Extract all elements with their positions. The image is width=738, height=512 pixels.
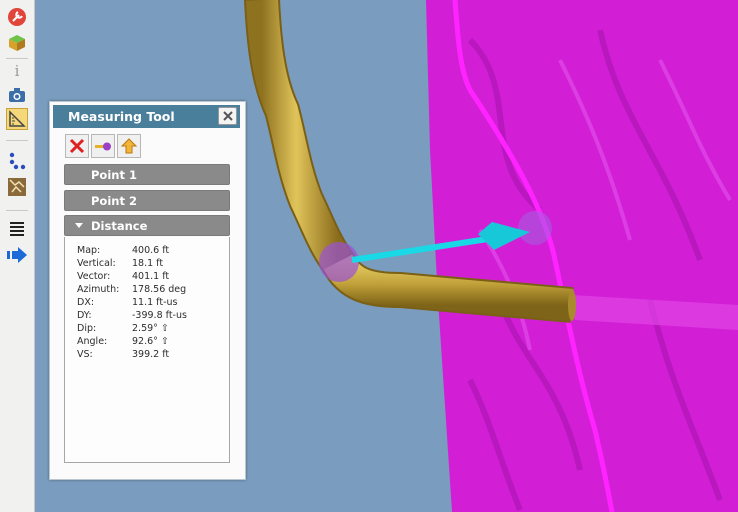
left-toolbar: i	[0, 0, 35, 512]
section-point-1[interactable]: Point 1	[64, 164, 230, 185]
snap-point-button[interactable]	[91, 134, 115, 158]
measuring-tool-panel: Measuring Tool Point 1 Point 2 Distance …	[49, 101, 246, 480]
red-x-icon	[69, 138, 85, 154]
close-button[interactable]	[218, 107, 237, 125]
section-point-2-label: Point 2	[91, 194, 137, 208]
camera-icon[interactable]	[6, 84, 28, 106]
section-point-1-label: Point 1	[91, 168, 137, 182]
info-icon[interactable]: i	[6, 60, 28, 82]
close-icon	[222, 111, 233, 121]
section-distance-label: Distance	[91, 219, 148, 233]
horizon-surface	[426, 0, 738, 512]
wrench-icon[interactable]	[6, 6, 28, 28]
panel-header[interactable]: Measuring Tool	[53, 105, 240, 128]
cube-icon[interactable]	[6, 32, 28, 54]
section-point-2[interactable]: Point 2	[64, 190, 230, 211]
chevron-down-icon	[75, 223, 83, 228]
home-arrow-icon	[121, 138, 137, 154]
measure-ruler-icon[interactable]	[6, 108, 28, 130]
clear-measurement-button[interactable]	[65, 134, 89, 158]
fracture-icon[interactable]	[6, 176, 28, 198]
section-distance[interactable]: Distance	[64, 215, 230, 236]
home-button[interactable]	[117, 134, 141, 158]
points-icon[interactable]	[6, 150, 28, 172]
slider-dot-icon	[95, 142, 111, 151]
layers-icon[interactable]	[6, 218, 28, 240]
export-arrow-icon[interactable]	[6, 244, 28, 266]
distance-results: Map: 400.6 ft Vertical: 18.1 ft Vector: 401…	[64, 237, 230, 463]
panel-title: Measuring Tool	[68, 109, 175, 124]
